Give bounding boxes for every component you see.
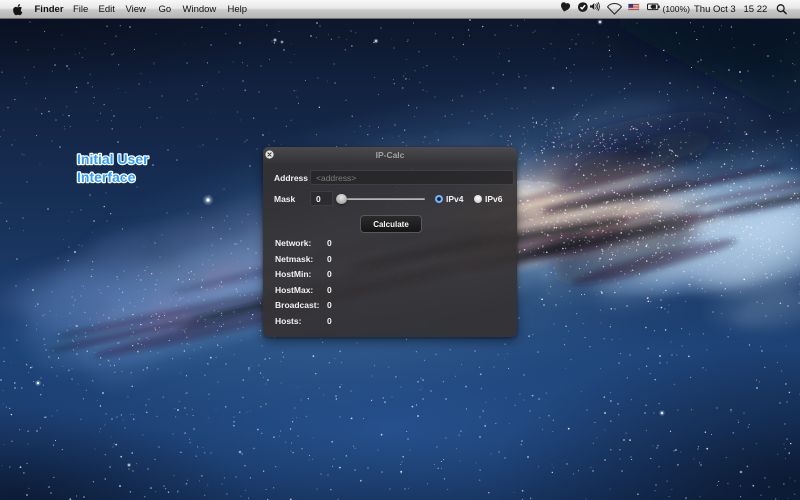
svg-text:Initial User: Initial User bbox=[77, 151, 149, 167]
svg-text:Interface: Interface bbox=[77, 169, 136, 185]
